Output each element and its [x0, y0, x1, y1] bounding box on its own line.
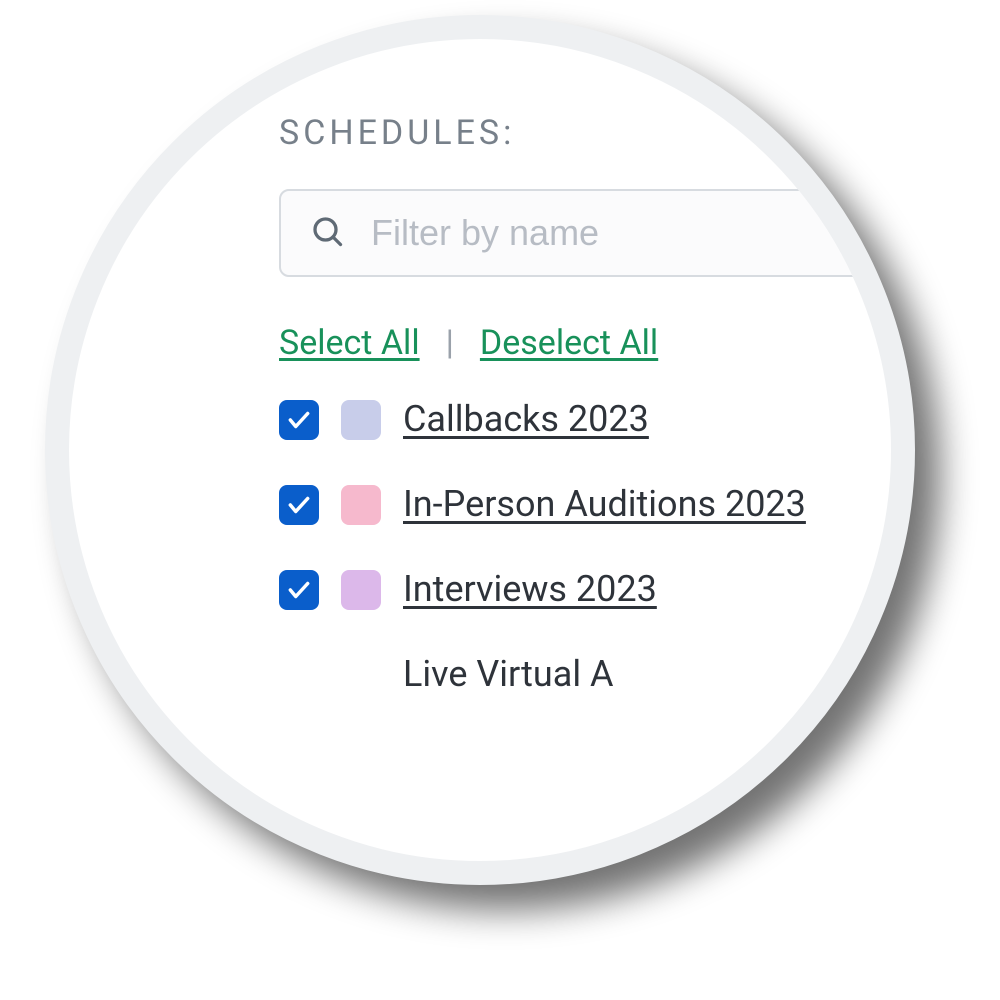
list-item: Callbacks 2023	[279, 397, 891, 442]
filter-input[interactable]	[369, 211, 889, 255]
color-swatch	[341, 400, 381, 440]
checkbox[interactable]	[279, 485, 319, 525]
section-title: SCHEDULES:	[279, 113, 891, 153]
list-item: Interviews 2023	[279, 567, 891, 612]
action-separator: |	[446, 323, 454, 363]
schedule-link[interactable]: In-Person Auditions 2023	[403, 482, 806, 527]
checkbox[interactable]	[279, 570, 319, 610]
checkbox[interactable]	[279, 400, 319, 440]
schedules-panel: SCHEDULES: Select All | Deselect All	[69, 39, 891, 697]
deselect-all-link[interactable]: Deselect All	[480, 323, 658, 363]
schedule-list: Callbacks 2023 In-Person Auditions 2023	[279, 397, 891, 697]
color-swatch	[341, 570, 381, 610]
filter-input-wrapper[interactable]	[279, 189, 915, 277]
select-actions: Select All | Deselect All	[279, 323, 891, 363]
schedule-link[interactable]: Callbacks 2023	[403, 397, 649, 442]
schedule-link-partial[interactable]: Live Virtual A	[403, 652, 614, 697]
search-icon	[309, 213, 345, 253]
color-swatch	[341, 485, 381, 525]
schedule-link[interactable]: Interviews 2023	[403, 567, 657, 612]
list-item: In-Person Auditions 2023	[279, 482, 891, 527]
zoom-lens: SCHEDULES: Select All | Deselect All	[45, 15, 915, 885]
select-all-link[interactable]: Select All	[279, 323, 420, 363]
list-item-partial: Live Virtual A	[279, 652, 891, 697]
